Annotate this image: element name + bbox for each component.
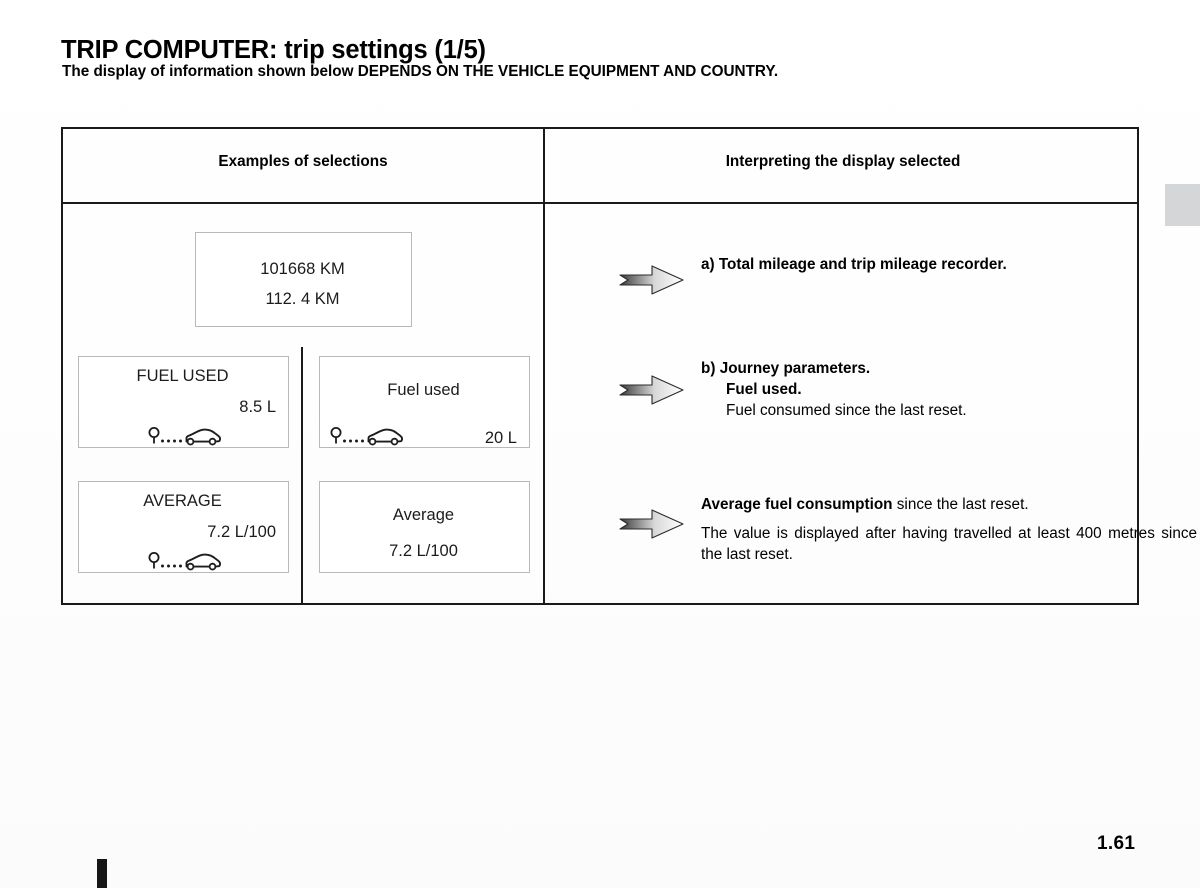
explanation-c-lead-bold: Average fuel consumption xyxy=(701,496,893,513)
explanation-b-body: Fuel consumed since the last reset. xyxy=(726,402,967,419)
odometer-total-mileage: 101668 KM xyxy=(260,260,345,278)
manual-page: TRIP COMPUTER: trip settings (1/5) The d… xyxy=(0,0,1200,888)
trip-distance-car-icon xyxy=(146,550,222,577)
explanation-b-text: b) Journey parameters. Fuel used. Fuel c… xyxy=(701,358,1141,421)
trip-distance-car-icon xyxy=(328,425,404,452)
page-subtitle: The display of information shown below D… xyxy=(62,63,779,80)
average-value-alt: 7.2 L/100 xyxy=(389,542,458,560)
table-header-rule xyxy=(63,202,1137,204)
display-average-uppercase: AVERAGE 7.2 L/100 xyxy=(78,481,289,573)
explanation-a-text: a) Total mileage and trip mileage record… xyxy=(701,254,1141,275)
fuel-used-value-alt: 20 L xyxy=(484,429,517,447)
explanation-b-heading: b) Journey parameters. xyxy=(701,360,871,377)
page-corner-mark xyxy=(97,859,107,888)
fuel-used-label: FUEL USED xyxy=(136,367,229,385)
column-header-interpreting: Interpreting the display selected xyxy=(725,153,961,170)
trip-settings-table: Examples of selections Interpreting the … xyxy=(61,127,1197,605)
right-arrow-icon xyxy=(619,373,685,407)
display-average-mixedcase: Average 7.2 L/100 xyxy=(319,481,530,573)
display-odometer: 101668 KM 112. 4 KM xyxy=(195,232,412,327)
fuel-used-icon-value-row: 20 L xyxy=(328,425,517,452)
fuel-used-label-alt: Fuel used xyxy=(387,381,460,399)
explanation-c-text: Average fuel consumption since the last … xyxy=(701,494,1197,565)
right-arrow-icon xyxy=(619,507,685,541)
column-header-examples: Examples of selections xyxy=(218,153,388,170)
average-label: AVERAGE xyxy=(143,492,222,510)
odometer-trip-mileage: 112. 4 KM xyxy=(265,290,340,308)
right-arrow-icon xyxy=(619,263,685,297)
fuel-used-icon-row xyxy=(79,425,288,452)
table-column-divider xyxy=(543,129,545,603)
explanation-a-line: a) Total mileage and trip mileage record… xyxy=(701,256,1007,273)
display-fuel-used-uppercase: FUEL USED 8.5 L xyxy=(78,356,289,448)
section-edge-tab xyxy=(1165,184,1200,226)
page-number: 1.61 xyxy=(1097,833,1136,854)
trip-distance-car-icon xyxy=(146,425,222,452)
explanation-c-lead-rest: since the last reset. xyxy=(892,496,1029,513)
display-fuel-used-mixedcase: Fuel used 20 L xyxy=(319,356,530,448)
average-value: 7.2 L/100 xyxy=(207,523,276,541)
examples-subcolumn-divider xyxy=(301,347,303,605)
fuel-used-value: 8.5 L xyxy=(239,398,276,416)
average-label-alt: Average xyxy=(392,506,455,524)
average-icon-row xyxy=(79,550,288,577)
explanation-b-subheading: Fuel used. xyxy=(726,381,802,398)
page-title: TRIP COMPUTER: trip settings (1/5) xyxy=(61,36,486,65)
explanation-c-body: The value is displayed after having trav… xyxy=(701,525,1197,563)
